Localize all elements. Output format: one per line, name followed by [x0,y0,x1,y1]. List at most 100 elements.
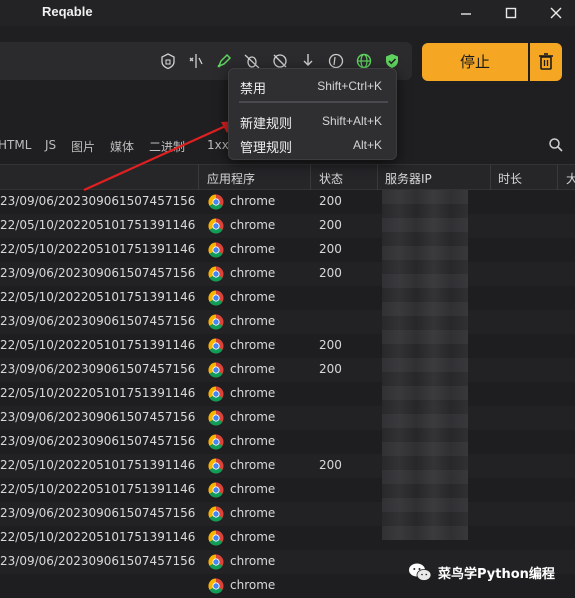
menu-item-label: 禁用 [240,82,267,97]
status-cell: 200 [319,458,342,472]
status-cell: 200 [319,242,342,256]
table-row[interactable]: 23/09/06/2023090615074571561З... chrome [0,430,575,454]
status-cell: 200 [319,362,342,376]
app-name: chrome [230,314,276,328]
app-name: chrome [230,410,276,424]
chrome-icon [208,194,224,210]
minimize-icon[interactable] [456,3,476,23]
table-row[interactable]: 22/05/10/2022051017513911466​8... chrome [0,526,575,550]
table-row[interactable]: 23/09/06/2023090615074571561З... chrome [0,406,575,430]
watermark-text: 菜鸟学Python编程 [438,567,555,582]
column-divider[interactable] [490,164,491,190]
chrome-icon [208,458,224,474]
filter-js[interactable]: JS [45,138,56,152]
app-name: chrome [230,578,276,592]
url-cell: 22/05/10/2022051017513911466​8... [0,290,196,304]
app-name: chrome [230,218,276,232]
table-row[interactable]: 23/09/06/2023090615074571561З... chrome [0,502,575,526]
menu-item-label: 新建规则 [240,117,293,132]
url-cell: 23/09/06/2023090615074571561З... [0,554,196,568]
url-cell: 22/05/10/2022051017513911466​8... [0,242,196,256]
clear-button[interactable] [530,43,562,81]
lock-icon[interactable] [158,51,178,71]
table-row[interactable]: 22/05/10/2022051017513911466​8... chrome [0,382,575,406]
chrome-icon [208,506,224,522]
status-cell: 200 [319,338,342,352]
server-ip-redacted-mosaic [382,190,468,540]
wechat-icon [409,563,432,581]
chrome-icon [208,266,224,282]
url-cell: 22/05/10/2022051017513911466​8... [0,338,196,352]
chrome-icon [208,218,224,234]
column-divider[interactable] [377,164,378,190]
table-row[interactable]: 22/05/10/2022051017513911466​8... chrome 2… [0,238,575,262]
menu-item-label: 管理规则 [240,141,293,156]
menu-item-shortcut: Shift+Ctrl+K [317,79,382,93]
chrome-icon [208,578,224,594]
menu-item-shortcut: Alt+K [352,138,382,152]
table-row[interactable]: 22/05/10/2022051017513911466​8... chrome 2… [0,214,575,238]
status-cell: 200 [319,266,342,280]
column-divider[interactable] [310,164,311,190]
chrome-icon [208,338,224,354]
app-name: chrome [230,554,276,568]
chrome-icon [208,482,224,498]
split-cursor-icon[interactable] [186,51,206,71]
col-duration[interactable]: 时长 [498,170,522,187]
app-name: chrome [230,530,276,544]
app-name: chrome [230,482,276,496]
status-cell: 200 [319,194,342,208]
col-size[interactable]: 大 [566,170,575,187]
column-divider[interactable] [557,164,558,190]
app-name: chrome [230,434,276,448]
table-row[interactable]: 22/05/10/2022051017513911466​8... chrome [0,286,575,310]
close-icon[interactable] [546,3,566,23]
col-status[interactable]: 状态 [319,170,343,187]
url-cell: 23/09/06/2023090615074571561З... [0,194,196,208]
status-cell: 200 [319,218,342,232]
table-row[interactable]: 23/09/06/2023090615074571561З... chrome 20… [0,358,575,382]
chrome-icon [208,554,224,570]
menu-item-disable[interactable]: 禁用 Shift+Ctrl+K [229,76,398,98]
chrome-icon [208,434,224,450]
chrome-icon [208,242,224,258]
url-cell: 22/05/10/2022051017513911466​8... [0,482,196,496]
app-name: chrome [230,266,276,280]
filter-html[interactable]: HTML [0,138,31,152]
table-row[interactable]: 22/05/10/2022051017513911466​8... chrome [0,478,575,502]
app-name: chrome [230,506,276,520]
chrome-icon [208,410,224,426]
chrome-icon [208,530,224,546]
url-cell: 22/05/10/2022051017513911466​8... [0,458,196,472]
app-name: chrome [230,242,276,256]
search-icon[interactable] [548,137,564,153]
col-server-ip[interactable]: 服务器IP [385,170,432,187]
chrome-icon [208,290,224,306]
trash-icon [539,53,553,70]
app-name: chrome [230,290,276,304]
app-name: chrome [230,338,276,352]
url-cell: 23/09/06/2023090615074571561З... [0,314,196,328]
stop-button[interactable]: 停止 [422,43,528,81]
url-cell: 23/09/06/2023090615074571561З... [0,506,196,520]
menu-item-new-rule[interactable]: 新建规则 Shift+Alt+K [229,111,398,133]
maximize-icon[interactable] [501,3,521,23]
url-cell: 22/05/10/2022051017513911466​8... [0,530,196,544]
menu-item-manage-rules[interactable]: 管理规则 Alt+K [229,135,398,157]
url-cell: 22/05/10/2022051017513911466​8... [0,386,196,400]
url-cell: 23/09/06/2023090615074571561З... [0,266,196,280]
chrome-icon [208,314,224,330]
url-cell: 22/05/10/2022051017513911466​8... [0,218,196,232]
app-name: chrome [230,194,276,208]
app-title: Reqable [42,4,93,19]
menu-divider [239,101,388,103]
chrome-icon [208,386,224,402]
url-cell: 23/09/06/2023090615074571561З... [0,362,196,376]
table-row[interactable]: 22/05/10/2022051017513911466​8... chrome 2… [0,334,575,358]
table-row[interactable]: 23/09/06/2023090615074571561З... chrome [0,310,575,334]
table-row[interactable]: 23/09/06/2023090615074571561З... chrome 20… [0,262,575,286]
app-name: chrome [230,362,276,376]
annotation-arrow-icon [83,121,236,192]
title-bar: Reqable [0,0,575,26]
table-row[interactable]: 22/05/10/2022051017513911466​8... chrome 2… [0,454,575,478]
